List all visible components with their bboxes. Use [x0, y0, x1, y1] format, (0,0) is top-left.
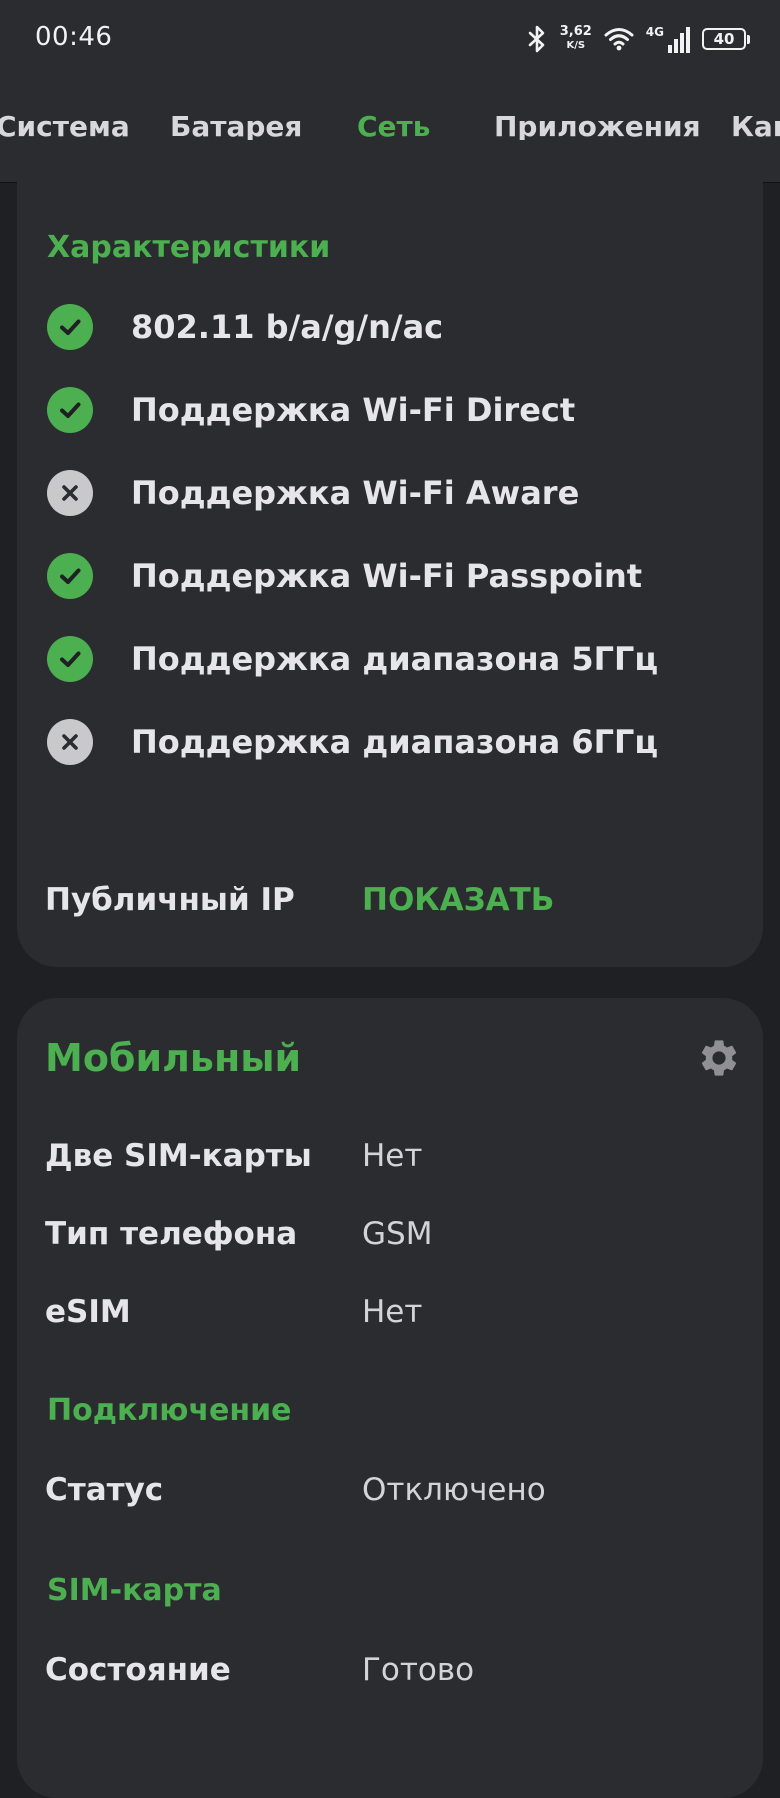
tab-network[interactable]: Сеть — [357, 110, 430, 143]
sim-title: SIM-карта — [47, 1573, 222, 1608]
sim-state-label: Состояние — [45, 1652, 231, 1688]
feature-item: Поддержка Wi-Fi Direct — [47, 386, 575, 434]
cross-icon — [47, 470, 93, 516]
feature-label: Поддержка диапазона 6ГГц — [131, 723, 659, 761]
feature-label: 802.11 b/a/g/n/ac — [131, 308, 444, 346]
status-value: Отключено — [362, 1472, 546, 1508]
check-icon — [47, 553, 93, 599]
check-icon — [47, 636, 93, 682]
cellular-signal-icon: 4G — [646, 25, 690, 53]
dual-sim-value: Нет — [362, 1138, 423, 1174]
bluetooth-icon — [528, 25, 545, 53]
sim-state-value: Готово — [362, 1652, 475, 1688]
phone-type-label: Тип телефона — [45, 1216, 298, 1252]
battery-icon: 40 — [702, 28, 750, 50]
public-ip-label: Публичный IP — [45, 882, 295, 918]
cross-icon — [47, 719, 93, 765]
esim-label: eSIM — [45, 1294, 131, 1330]
esim-value: Нет — [362, 1294, 423, 1330]
tab-system[interactable]: Система — [0, 110, 130, 143]
feature-item: Поддержка Wi-Fi Passpoint — [47, 552, 642, 600]
connection-title: Подключение — [47, 1393, 292, 1428]
feature-item: Поддержка диапазона 5ГГц — [47, 635, 658, 683]
feature-label: Поддержка Wi-Fi Passpoint — [131, 557, 643, 595]
feature-label: Поддержка диапазона 5ГГц — [131, 640, 659, 678]
dual-sim-label: Две SIM-карты — [45, 1138, 312, 1174]
feature-item: 802.11 b/a/g/n/ac — [47, 303, 443, 351]
status-label: Статус — [45, 1472, 164, 1508]
show-public-ip-button[interactable]: ПОКАЗАТЬ — [362, 882, 554, 918]
check-icon — [47, 304, 93, 350]
features-title: Характеристики — [47, 230, 331, 265]
mobile-card: Мобильный Две SIM-карты Нет Тип телефона… — [17, 998, 763, 1798]
net-speed-indicator: 3,62 K/S — [560, 25, 592, 53]
wifi-card: Характеристики 802.11 b/a/g/n/ac Поддерж… — [17, 140, 763, 967]
feature-item: Поддержка Wi-Fi Aware — [47, 469, 579, 517]
wifi-icon — [604, 28, 634, 51]
feature-label: Поддержка Wi-Fi Aware — [131, 474, 580, 512]
battery-level: 40 — [702, 28, 746, 50]
status-time: 00:46 — [35, 22, 113, 52]
feature-label: Поддержка Wi-Fi Direct — [131, 391, 576, 429]
tab-camera[interactable]: Кам — [731, 110, 780, 143]
net-speed-value: 3,62 — [559, 24, 592, 39]
tab-apps[interactable]: Приложения — [494, 110, 701, 143]
status-icons: 3,62 K/S 4G 40 — [526, 20, 750, 58]
check-icon — [47, 387, 93, 433]
status-bar: 00:46 3,62 K/S 4G 40 — [0, 0, 780, 80]
mobile-title: Мобильный — [45, 1036, 302, 1080]
network-type: 4G — [645, 25, 664, 39]
net-speed-unit: K/S — [566, 40, 586, 51]
feature-item: Поддержка диапазона 6ГГц — [47, 718, 658, 766]
gear-icon[interactable] — [697, 1036, 741, 1080]
tab-battery[interactable]: Батарея — [170, 110, 302, 143]
phone-type-value: GSM — [362, 1216, 433, 1252]
